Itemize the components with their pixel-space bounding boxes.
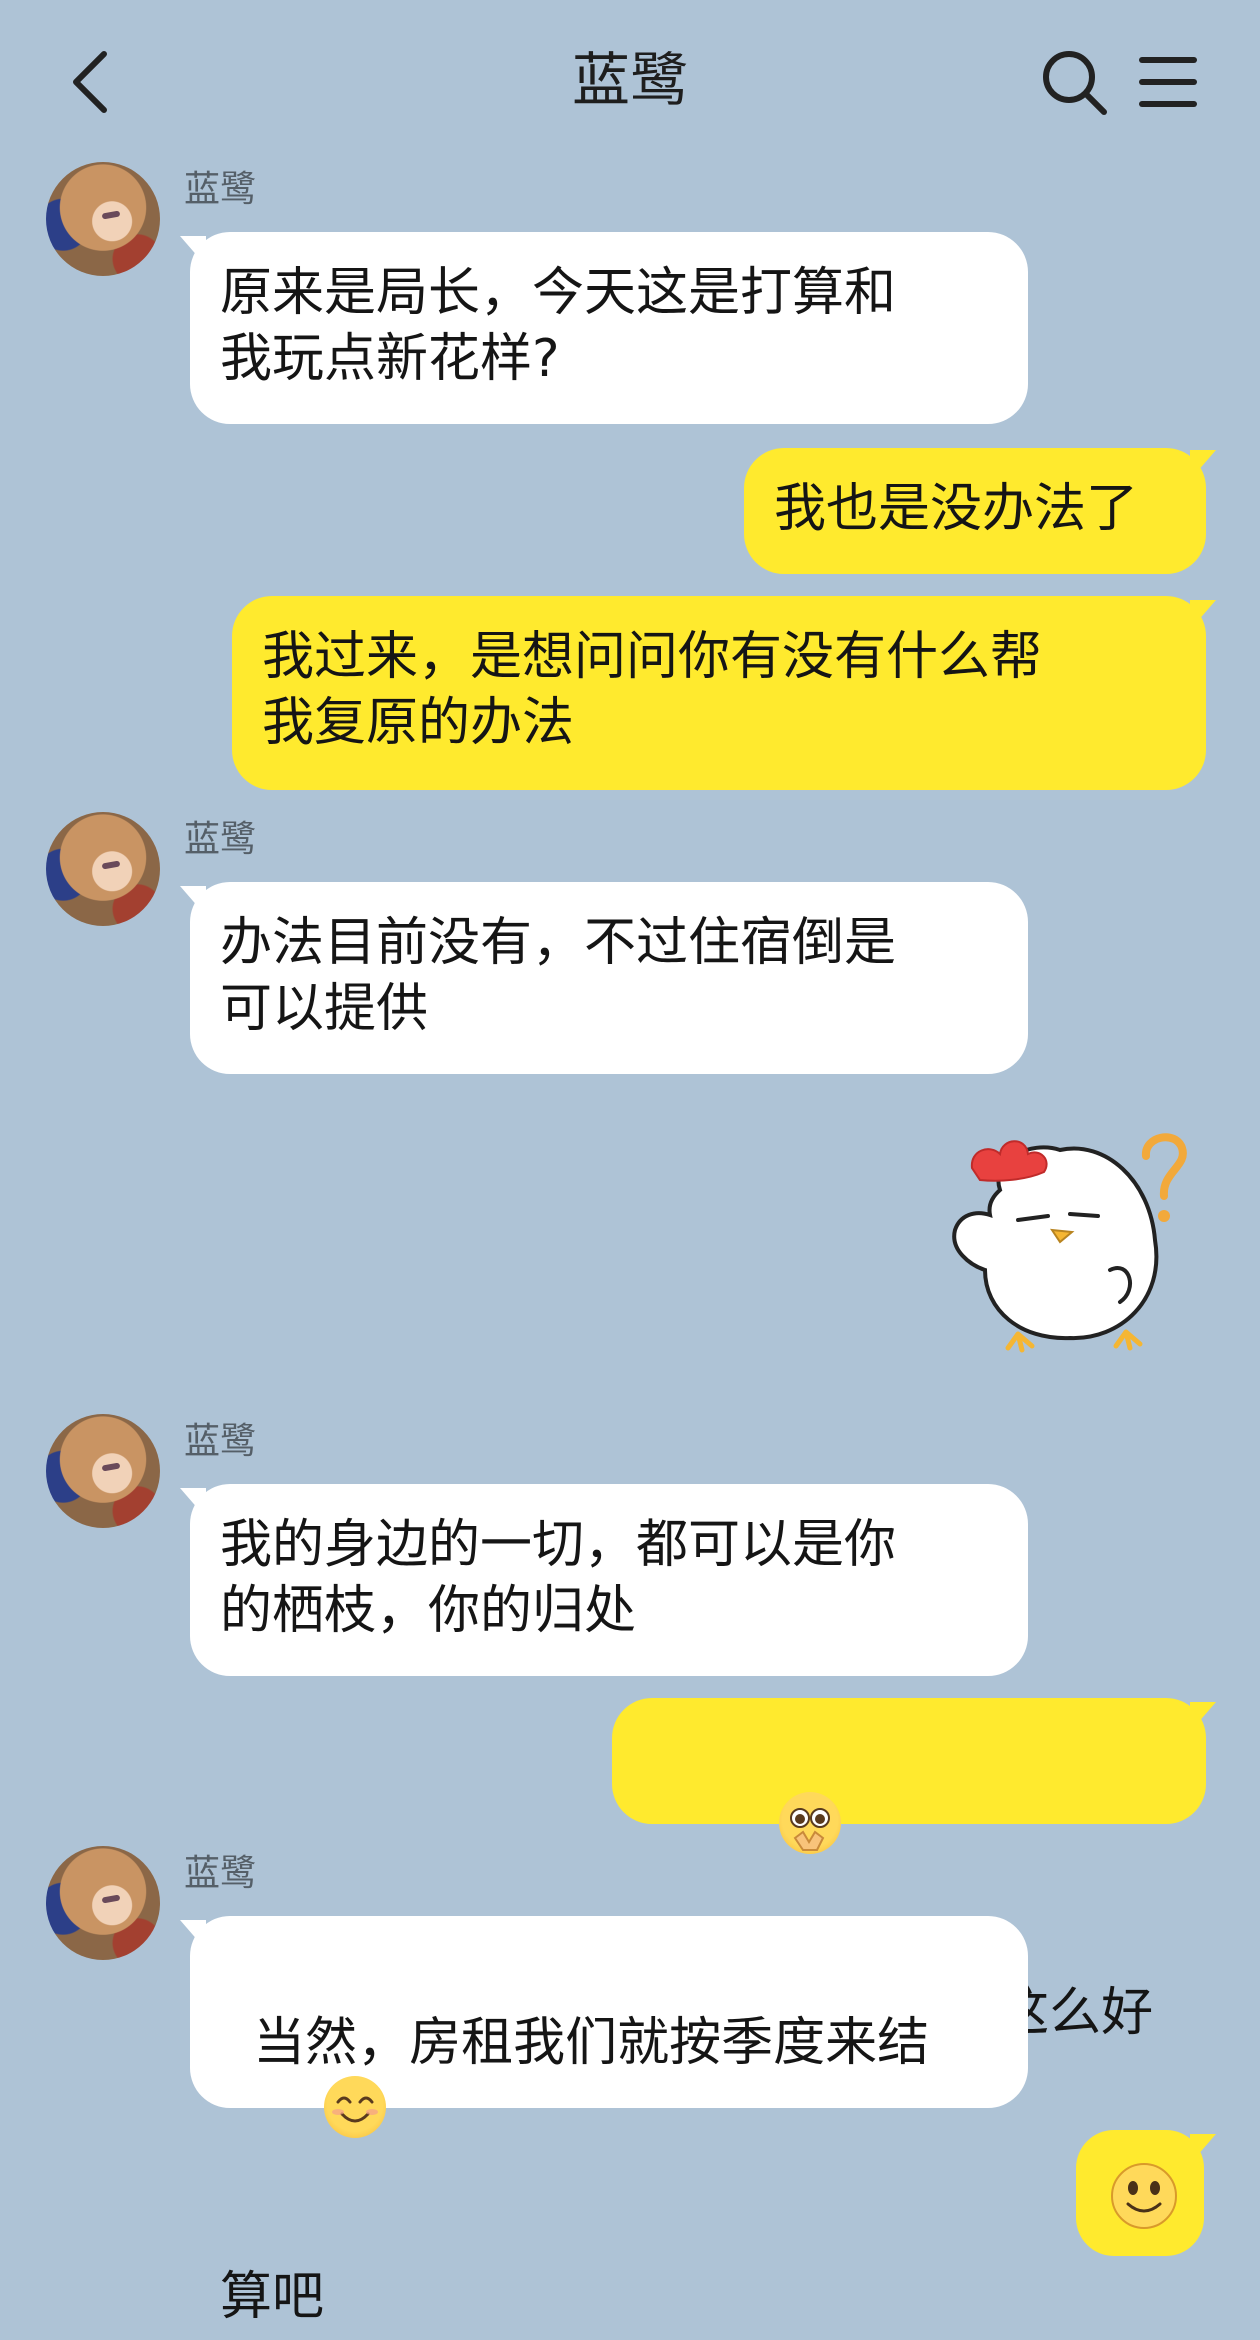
message-bubble-outgoing[interactable] [1076, 2130, 1204, 2256]
avatar[interactable] [46, 812, 160, 926]
message-bubble-incoming[interactable]: 当然，房租我们就按季度来结 算吧 [190, 1916, 1028, 2327]
message-bubble-outgoing[interactable]: 我过来，是想问问你有没有什么帮 我复原的办法 [232, 596, 1206, 790]
pleading-face-emoji-icon [779, 1792, 842, 1854]
sender-name: 蓝鹭 [184, 819, 257, 860]
sender-name: 蓝鹭 [184, 1421, 257, 1462]
message-bubble-outgoing[interactable]: 蓝鹭 你怎么这么好 [612, 1698, 1206, 2043]
avatar[interactable] [46, 1846, 160, 1960]
sender-name: 蓝鹭 [184, 1853, 257, 1894]
smiling-face-emoji-icon [324, 2076, 387, 2138]
menu-button[interactable] [1138, 52, 1198, 112]
chat-header: 蓝鹭 [0, 0, 1260, 160]
confused-chicken-sticker-icon[interactable] [930, 1120, 1200, 1360]
avatar[interactable] [46, 162, 160, 276]
search-icon [1043, 51, 1107, 115]
message-bubble-incoming[interactable]: 办法目前没有，不过住宿倒是 可以提供 [190, 882, 1028, 1074]
message-bubble-outgoing[interactable]: 我也是没办法了 [744, 448, 1206, 574]
message-bubble-incoming[interactable]: 原来是局长，今天这是打算和 我玩点新花样? [190, 232, 1028, 424]
search-button[interactable] [1040, 48, 1110, 118]
avatar[interactable] [46, 1414, 160, 1528]
hamburger-menu-icon [1139, 57, 1197, 107]
message-bubble-incoming[interactable]: 我的身边的一切，都可以是你 的栖枝，你的归处 [190, 1484, 1028, 1676]
smiley-face-emoji-icon [1111, 2163, 1177, 2229]
sender-name: 蓝鹭 [184, 169, 257, 210]
